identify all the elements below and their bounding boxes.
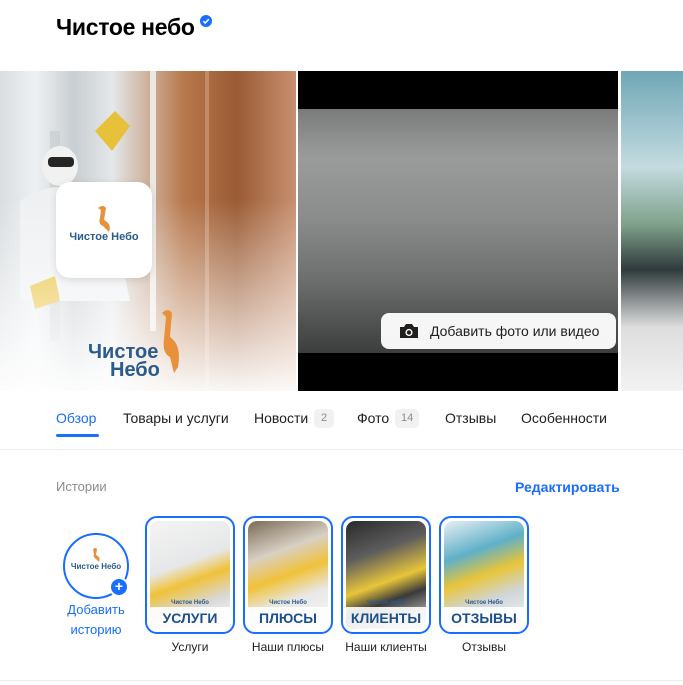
company-avatar[interactable]: Чистое Небо [56, 182, 152, 278]
tab-goods-services[interactable]: Товары и услуги [123, 410, 229, 426]
add-story-label[interactable]: Добавить историю [56, 600, 136, 640]
story-services[interactable]: Чистое Небо УСЛУГИ [145, 516, 235, 634]
header: Чистое небо [0, 0, 683, 71]
story-clients[interactable]: Чистое Небо КЛИЕНТЫ [341, 516, 431, 634]
heron-logo-icon [162, 310, 179, 373]
avatar-logo-text: Чистое Небо [69, 231, 139, 243]
divider [0, 680, 683, 681]
tab-bar: Обзор Товары и услуги Новости 2 Фото 14 … [0, 392, 683, 450]
add-photo-video-button[interactable]: Добавить фото или видео [381, 313, 616, 349]
story-reviews[interactable]: Чистое Небо ОТЗЫВЫ [439, 516, 529, 634]
add-photo-video-label: Добавить фото или видео [430, 323, 600, 339]
story-reviews-label: Отзывы [462, 640, 506, 654]
story-reviews-image: Чистое Небо ОТЗЫВЫ [444, 521, 524, 629]
story-clients-image: Чистое Небо КЛИЕНТЫ [346, 521, 426, 629]
photos-count-badge: 14 [395, 409, 420, 428]
story-services-image: Чистое Небо УСЛУГИ [150, 521, 230, 629]
page-title: Чистое небо [56, 14, 195, 40]
news-count-badge: 2 [314, 409, 334, 428]
story-services-label: Услуги [171, 640, 209, 654]
tab-features[interactable]: Особенности [521, 410, 607, 426]
stories-section-label: Истории [56, 479, 107, 494]
tab-overview[interactable]: Обзор [56, 410, 96, 426]
tab-photos[interactable]: Фото [357, 410, 389, 426]
story-advantages[interactable]: Чистое Небо ПЛЮСЫ [243, 516, 333, 634]
photo-logo: Чистое Небо [88, 341, 160, 381]
heron-logo-icon [98, 206, 110, 232]
camera-icon [400, 324, 418, 338]
active-tab-indicator [56, 434, 99, 437]
story-advantages-label: Наши плюсы [251, 640, 325, 654]
plus-icon[interactable]: + [109, 577, 129, 597]
story-advantages-image: Чистое Небо ПЛЮСЫ [248, 521, 328, 629]
tab-reviews[interactable]: Отзывы [445, 410, 496, 426]
heron-logo-icon [93, 548, 100, 562]
edit-stories-link[interactable]: Редактировать [515, 479, 620, 495]
add-story-logo-text: Чистое Небо [70, 562, 122, 571]
tab-news[interactable]: Новости [254, 410, 308, 426]
story-clients-label: Наши клиенты [345, 640, 427, 654]
gallery-photo-office[interactable] [621, 71, 683, 391]
verified-icon [200, 15, 212, 27]
